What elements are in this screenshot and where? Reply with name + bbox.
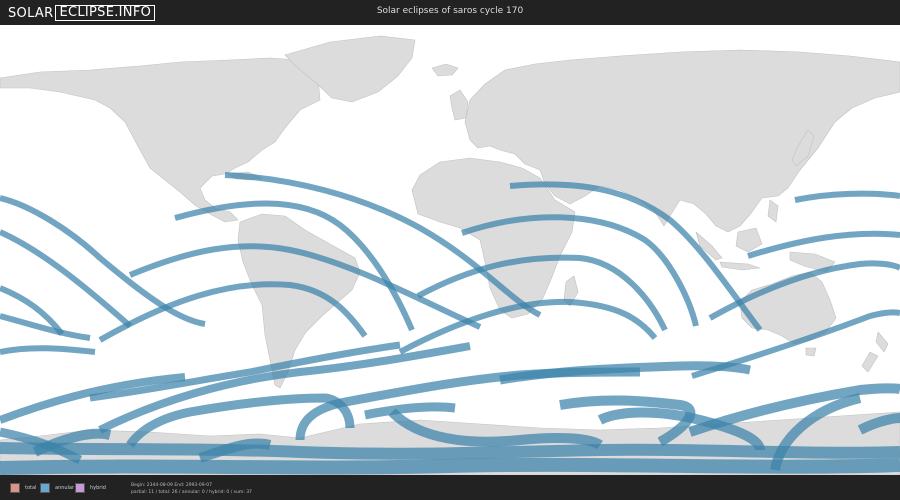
eclipse-path[interactable] — [747, 230, 900, 259]
eclipse-path[interactable] — [0, 229, 132, 329]
eclipse-path[interactable] — [0, 457, 900, 475]
continent-north-america — [0, 57, 321, 223]
island-tasmania — [805, 347, 817, 357]
eclipse-path[interactable] — [0, 345, 96, 355]
island-new-zealand — [861, 331, 889, 373]
island-borneo — [735, 227, 763, 253]
world-map — [0, 25, 900, 475]
island-java — [719, 261, 761, 271]
eclipse-path[interactable] — [89, 341, 401, 402]
eclipse-path[interactable] — [794, 190, 900, 203]
legend-swatch-hybrid — [75, 483, 85, 493]
legend-total: total — [10, 483, 36, 493]
map-svg — [0, 35, 900, 475]
page-title: Solar eclipses of saros cycle 170 — [376, 6, 524, 16]
island-sumatra — [695, 231, 723, 261]
eclipse-path[interactable] — [364, 402, 456, 420]
stats-begin-end: Begin: 2344-08-09 End: 2993-09-07 — [131, 483, 212, 488]
bottom-bar: total annular hybrid Begin: 2344-08-09 E… — [0, 475, 900, 500]
stats-text: Begin: 2344-08-09 End: 2993-09-07 partia… — [131, 482, 252, 496]
stats-counts: partial: 11 / total: 26 / annular: 0 / h… — [131, 490, 252, 495]
island-great-britain — [449, 89, 469, 121]
legend-hybrid: hybrid — [75, 483, 106, 493]
legend-annular: annular — [40, 483, 74, 493]
island-philippines — [767, 199, 779, 223]
legend-swatch-total — [10, 483, 20, 493]
top-bar: SOLAR ECLIPSE.INFO Solar eclipses of sar… — [0, 0, 900, 25]
legend-swatch-annular — [40, 483, 50, 493]
legend-label-annular: annular — [55, 485, 75, 491]
eclipse-path[interactable] — [0, 442, 900, 460]
island-iceland — [431, 63, 459, 77]
legend-label-hybrid: hybrid — [90, 485, 106, 491]
legend-label-total: total — [25, 485, 37, 491]
